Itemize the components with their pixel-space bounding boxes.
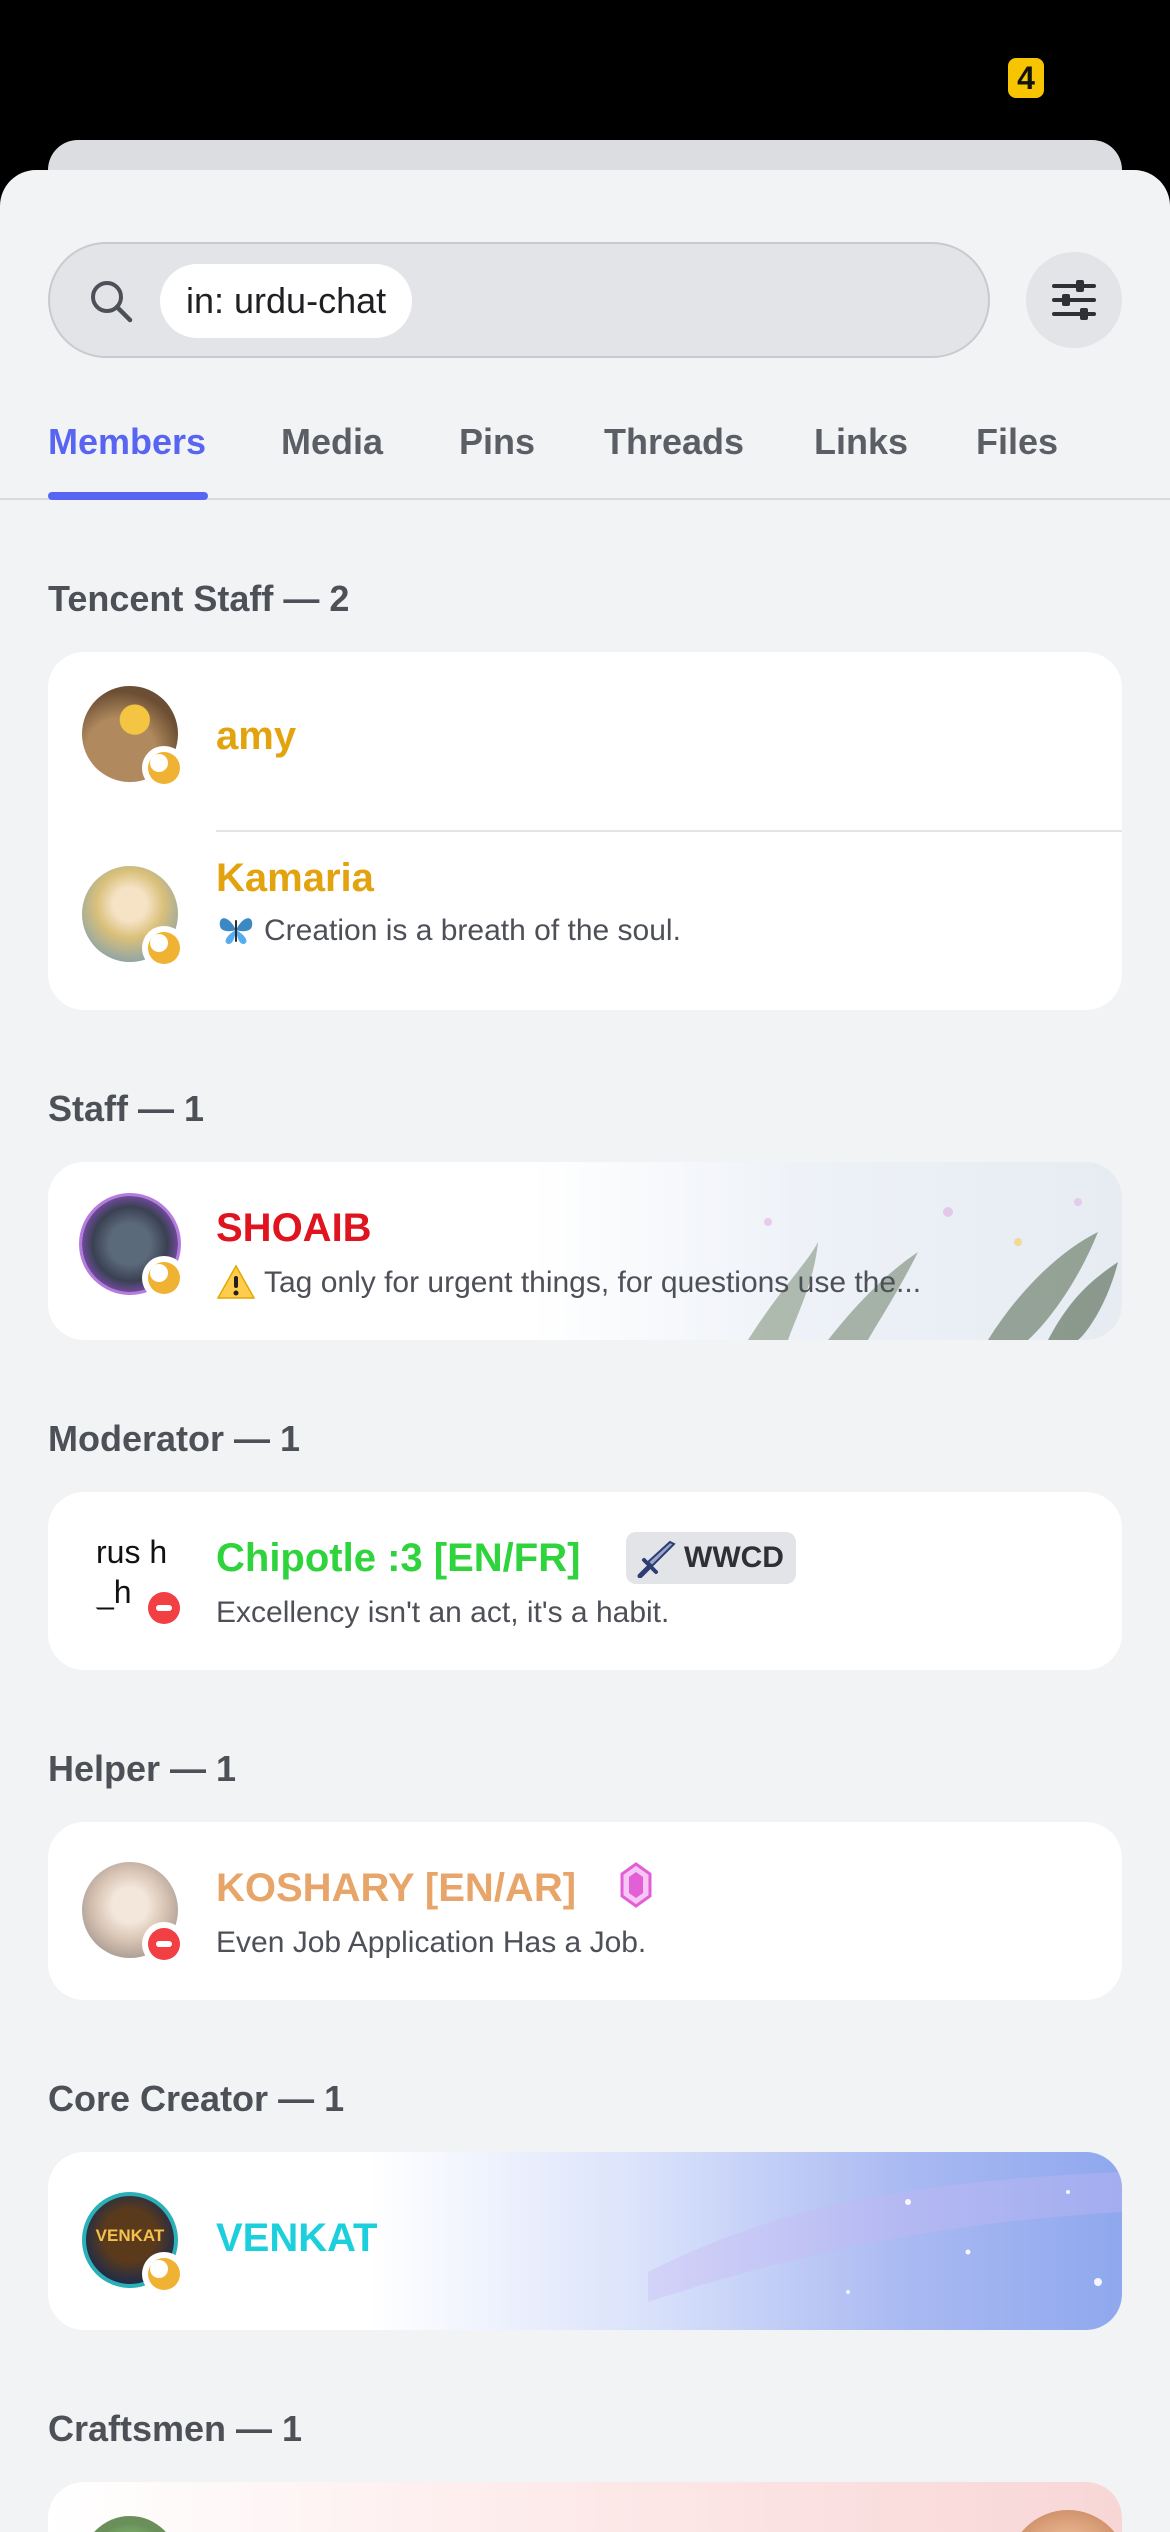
avatar <box>82 2516 178 2532</box>
member-bio: Creation is a breath of the soul. <box>264 914 681 947</box>
sliders-icon <box>1052 280 1096 320</box>
profile-banner-decoration <box>1008 2510 1122 2532</box>
member-bio: Even Job Application Has a Job. <box>216 1926 647 1959</box>
member-row[interactable]: KOSHARY [EN/AR] Even Job Application Has… <box>48 1822 1122 2000</box>
avatar <box>82 866 186 970</box>
battery-indicator: 4 <box>1008 58 1044 98</box>
idle-status-icon <box>142 926 186 970</box>
member-row[interactable]: Kamaria Creation is a breath of the soul… <box>48 832 1122 1010</box>
member-row[interactable]: VENKAT VENKAT <box>48 2152 1122 2330</box>
idle-status-icon <box>142 2252 186 2296</box>
filter-button[interactable] <box>1026 252 1122 348</box>
section-header: Staff — 1 <box>48 1088 205 1129</box>
avatar: VENKAT <box>82 2192 186 2296</box>
search-filter-chip[interactable]: in: urdu-chat <box>160 264 413 338</box>
member-row[interactable]: rus h_h Chipotle :3 [EN/FR] WWCD Excelle… <box>48 1492 1122 1670</box>
member-group-card: KOSHARY [EN/AR] Even Job Application Has… <box>48 1822 1122 2000</box>
guild-tag-label: WWCD <box>684 1541 784 1574</box>
tab-pins[interactable]: Pins <box>459 396 535 500</box>
gem-icon <box>620 1862 652 1908</box>
avatar <box>82 1196 186 1300</box>
member-name: SHOAIB <box>216 1206 372 1250</box>
member-name: Kamaria <box>216 856 374 900</box>
search-icon <box>91 281 133 323</box>
sword-icon <box>637 1540 676 1578</box>
warning-icon <box>216 1264 256 1299</box>
tab-members[interactable]: Members <box>48 396 206 500</box>
active-tab-indicator <box>48 492 208 500</box>
idle-status-icon <box>142 746 186 790</box>
member-name: Chipotle :3 [EN/FR] <box>216 1536 581 1580</box>
member-name: KOSHARY [EN/AR] <box>216 1866 577 1910</box>
member-name: amy <box>216 714 297 758</box>
tab-media[interactable]: Media <box>281 396 383 500</box>
guild-tag[interactable]: WWCD <box>626 1532 796 1584</box>
tab-files[interactable]: Files <box>976 396 1058 500</box>
avatar <box>82 1862 186 1966</box>
avatar: rus h_h <box>82 1526 186 1630</box>
dnd-status-icon <box>142 1586 186 1630</box>
member-row[interactable]: SHOAIB Tag only for urgent things, for q… <box>48 1162 1122 1340</box>
member-group-card: VENKAT VENKAT <box>48 2152 1122 2330</box>
avatar <box>82 686 186 790</box>
section-header: Moderator — 1 <box>48 1418 301 1459</box>
tab-links[interactable]: Links <box>814 396 908 500</box>
tab-bar: Members Media Pins Threads Links Files <box>0 396 1170 500</box>
dnd-status-icon <box>142 1922 186 1966</box>
section-header: Helper — 1 <box>48 1748 237 1789</box>
member-group-card: rus h_h Chipotle :3 [EN/FR] WWCD Excelle… <box>48 1492 1122 1670</box>
search-input[interactable]: in: urdu-chat <box>48 242 990 358</box>
butterfly-icon <box>219 918 253 945</box>
member-group-card: amy Kamaria Creation is a breath of the … <box>48 652 1122 1010</box>
member-row[interactable]: amy <box>48 652 1122 830</box>
member-group-card <box>48 2482 1122 2532</box>
tab-threads[interactable]: Threads <box>604 396 744 500</box>
section-header: Core Creator — 1 <box>48 2078 345 2119</box>
section-header: Craftsmen — 1 <box>48 2408 303 2449</box>
section-header: Tencent Staff — 2 <box>48 578 350 619</box>
member-name: VENKAT <box>216 2216 378 2260</box>
idle-status-icon <box>142 1256 186 1300</box>
search-sheet: in: urdu-chat Members Media Pins Threads… <box>0 170 1170 2532</box>
member-bio: Excellency isn't an act, it's a habit. <box>216 1596 670 1629</box>
member-bio: Tag only for urgent things, for question… <box>264 1266 922 1299</box>
member-group-card: SHOAIB Tag only for urgent things, for q… <box>48 1162 1122 1340</box>
status-bar: 4 <box>0 0 1170 150</box>
